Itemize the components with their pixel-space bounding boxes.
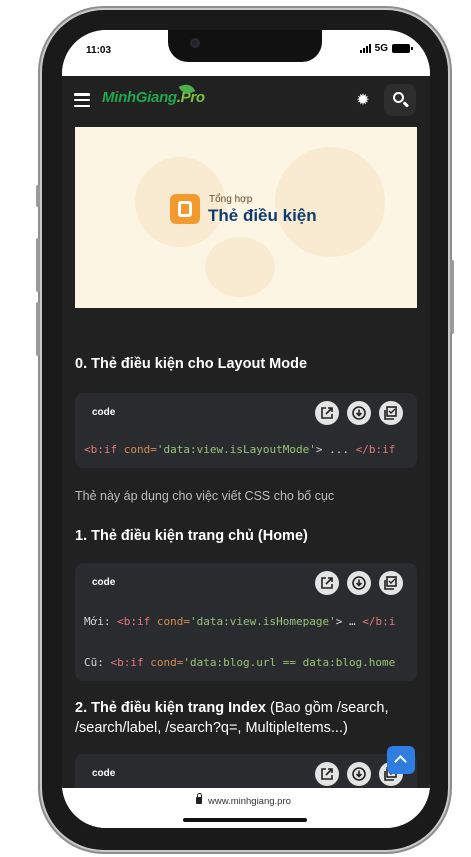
code-label: code [92,577,116,588]
volume-up-button [36,238,40,292]
search-icon [393,92,404,103]
lock-icon [196,793,202,804]
open-new-button[interactable] [315,571,339,595]
code-token: 'data:view.isLayoutMode' [156,443,316,456]
browser-url-bar[interactable]: www.minhgiang.pro [62,788,430,828]
power-button [450,260,454,334]
web-page[interactable]: MinhGiang.Pro ✹ Tổng hợp Thẻ điều kiện 0… [62,76,430,788]
code-line: <b:if cond='data:view.isLayoutMode'> ...… [84,443,395,456]
mute-switch [36,185,40,207]
copy-button[interactable] [379,401,403,425]
code-token: </b:if [355,443,396,456]
download-icon [352,406,366,420]
code-token: cond= [123,443,157,456]
volume-down-button [36,302,40,356]
settings-icon[interactable]: ✹ [352,90,374,112]
open-new-icon [321,407,333,419]
open-new-button[interactable] [315,401,339,425]
section-heading-1: 1. Thẻ điều kiện trang chủ (Home) [75,528,308,544]
menu-icon[interactable] [74,93,90,107]
download-button[interactable] [347,762,371,786]
copy-icon [384,576,397,590]
code-token: <b:if [84,443,124,456]
open-new-icon [321,768,333,780]
chevron-up-icon [394,755,407,768]
code-block-1: code Mới: <b:if cond='data:view.isHomepa… [75,563,417,681]
paragraph: Thẻ này áp dụng cho việc viết CSS cho bố… [75,489,335,503]
code-token: </b:i [362,615,396,628]
download-icon [352,576,366,590]
logo-main-text: MinhGiang [102,89,177,106]
notch [168,30,322,62]
heading-bold-text: 2. Thẻ điều kiện trang Index [75,700,266,716]
download-icon [352,767,366,781]
blogger-logo-icon [170,194,200,224]
code-token: 'data:view.isHomepage' [190,615,336,628]
code-token: > … [335,615,363,628]
open-new-button[interactable] [315,762,339,786]
network-label: 5G [374,43,388,54]
copy-icon [384,406,397,420]
search-icon-handle [402,101,410,108]
code-token: Mới: [84,615,118,628]
battery-icon [392,44,413,53]
hero-subtitle: Tổng hợp [209,194,253,205]
phone-screen: 11:03 5G MinhGiang.Pro ✹ Tổng hợp Thẻ đi… [62,30,430,828]
signal-icon [359,44,371,53]
blogger-b-glyph [178,201,192,217]
code-label: code [92,407,116,418]
code-token: cond= [156,615,190,628]
section-heading-0: 0. Thẻ điều kiện cho Layout Mode [75,356,308,372]
code-token: > ... [315,443,356,456]
url-text: www.minhgiang.pro [208,796,291,807]
download-button[interactable] [347,571,371,595]
camera-icon [190,38,200,48]
site-header: MinhGiang.Pro ✹ [62,76,430,126]
code-label: code [92,768,116,779]
open-new-icon [321,577,333,589]
hero-decoration [275,147,385,257]
section-heading-2: 2. Thẻ điều kiện trang Index (Bao gồm /s… [75,698,405,738]
copy-button[interactable] [379,571,403,595]
scroll-to-top-button[interactable] [387,746,415,774]
hero-decoration [205,237,275,297]
code-token: cond= [150,656,184,669]
status-time: 11:03 [86,45,112,56]
code-line: Mới: <b:if cond='data:view.isHomepage'> … [84,615,395,628]
download-button[interactable] [347,401,371,425]
hero-image: Tổng hợp Thẻ điều kiện [75,127,417,308]
status-bar: 11:03 5G [62,30,430,76]
search-button[interactable] [384,84,416,116]
code-token: Cũ: [84,656,111,669]
code-block-0: code <b:if cond='data:view.isLayoutMode'… [75,393,417,468]
code-token: 'data:blog.url == data:blog.home [183,656,396,669]
home-indicator[interactable] [183,818,307,822]
status-indicators: 5G [359,43,413,54]
code-token: <b:if [117,615,157,628]
site-logo[interactable]: MinhGiang.Pro [102,81,205,117]
code-token: <b:if [110,656,151,669]
code-line: Cũ: <b:if cond='data:blog.url == data:bl… [84,656,395,669]
code-block-2: code [75,754,417,788]
hero-title: Thẻ điều kiện [208,206,317,225]
